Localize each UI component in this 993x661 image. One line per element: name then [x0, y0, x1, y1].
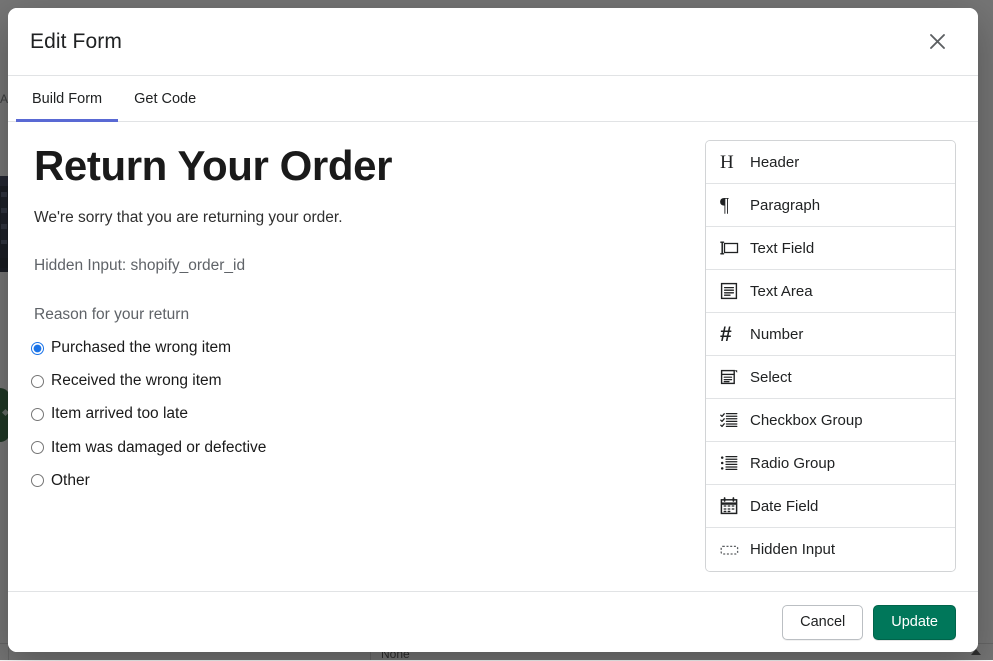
radio-option-row[interactable]: Other — [30, 471, 681, 491]
modal-body: Return Your Order We're sorry that you a… — [8, 122, 978, 591]
tab-get-code-label: Get Code — [134, 90, 197, 107]
checkbox-list-icon — [720, 412, 750, 428]
modal-header: Edit Form — [8, 8, 978, 75]
heading-h-icon: H — [720, 151, 734, 173]
radio-option-row[interactable]: Purchased the wrong item — [30, 338, 681, 358]
tab-get-code[interactable]: Get Code — [118, 76, 212, 121]
palette-item-hidden-input[interactable]: Hidden Input — [706, 528, 955, 571]
text-area-icon — [720, 282, 750, 300]
palette-item-date-field[interactable]: Date Field — [706, 485, 955, 528]
radio-input-3[interactable] — [31, 441, 44, 455]
radio-option-row[interactable]: Item arrived too late — [30, 404, 681, 424]
tab-build-form-label: Build Form — [32, 90, 103, 107]
update-button[interactable]: Update — [873, 604, 956, 640]
close-icon — [928, 32, 947, 51]
radio-option-row[interactable]: Received the wrong item — [30, 371, 681, 391]
radio-label-1[interactable]: Received the wrong item — [51, 371, 222, 391]
radio-label-4[interactable]: Other — [51, 471, 90, 491]
palette-item-header[interactable]: H Header — [706, 141, 955, 184]
palette-item-radio-group-label: Radio Group — [750, 454, 836, 472]
pilcrow-icon: ¶ — [720, 194, 730, 216]
field-type-palette: H Header ¶ Paragraph Text Field Text Are… — [705, 140, 956, 572]
hash-icon: # — [720, 322, 732, 346]
palette-item-number-label: Number — [750, 325, 804, 343]
modal-tab-strip: Build Form Get Code — [8, 75, 978, 122]
palette-item-select-label: Select — [750, 368, 792, 386]
radio-group-label: Reason for your return — [34, 306, 190, 324]
palette-item-paragraph-label: Paragraph — [750, 196, 821, 214]
calendar-icon — [720, 497, 750, 515]
radio-label-0[interactable]: Purchased the wrong item — [51, 338, 231, 358]
radio-option-row[interactable]: Item was damaged or defective — [30, 438, 681, 458]
form-paragraph[interactable]: We're sorry that you are returning your … — [34, 207, 681, 229]
form-hidden-input-label[interactable]: Hidden Input: shopify_order_id — [34, 255, 681, 277]
palette-item-date-field-label: Date Field — [750, 497, 819, 515]
palette-item-text-field-label: Text Field — [750, 239, 815, 257]
radio-input-2[interactable] — [31, 407, 44, 421]
palette-item-paragraph[interactable]: ¶ Paragraph — [706, 184, 955, 227]
radio-label-3[interactable]: Item was damaged or defective — [51, 438, 266, 458]
palette-item-checkbox-group[interactable]: Checkbox Group — [706, 399, 955, 442]
palette-item-select[interactable]: Select — [706, 356, 955, 399]
modal-footer: Cancel Update — [8, 591, 978, 652]
radio-input-4[interactable] — [31, 474, 44, 488]
palette-item-text-area[interactable]: Text Area — [706, 270, 955, 313]
tab-build-form[interactable]: Build Form — [16, 76, 119, 122]
edit-form-modal: Edit Form Build Form Get Code Return You… — [8, 8, 978, 652]
text-field-icon — [720, 240, 750, 256]
palette-item-header-label: Header — [750, 153, 800, 171]
radio-label-2[interactable]: Item arrived too late — [51, 404, 188, 424]
modal-title: Edit Form — [30, 29, 122, 53]
palette-item-hidden-input-label: Hidden Input — [750, 541, 836, 558]
select-dropdown-icon — [720, 368, 750, 386]
palette-item-number[interactable]: # Number — [706, 313, 955, 356]
close-modal-button[interactable] — [920, 25, 954, 59]
cancel-button[interactable]: Cancel — [782, 604, 864, 640]
palette-item-text-field[interactable]: Text Field — [706, 227, 955, 270]
form-heading[interactable]: Return Your Order — [34, 142, 681, 189]
palette-item-checkbox-group-label: Checkbox Group — [750, 411, 863, 429]
hidden-input-icon — [720, 544, 750, 556]
palette-item-radio-group[interactable]: Radio Group — [706, 442, 955, 485]
form-radio-group[interactable]: Reason for your return Purchased the wro… — [30, 304, 681, 490]
radio-input-1[interactable] — [31, 374, 44, 388]
form-preview-canvas[interactable]: Return Your Order We're sorry that you a… — [30, 142, 705, 504]
palette-item-text-area-label: Text Area — [750, 282, 813, 300]
radio-list-icon — [720, 455, 750, 471]
radio-input-0[interactable] — [31, 341, 44, 355]
